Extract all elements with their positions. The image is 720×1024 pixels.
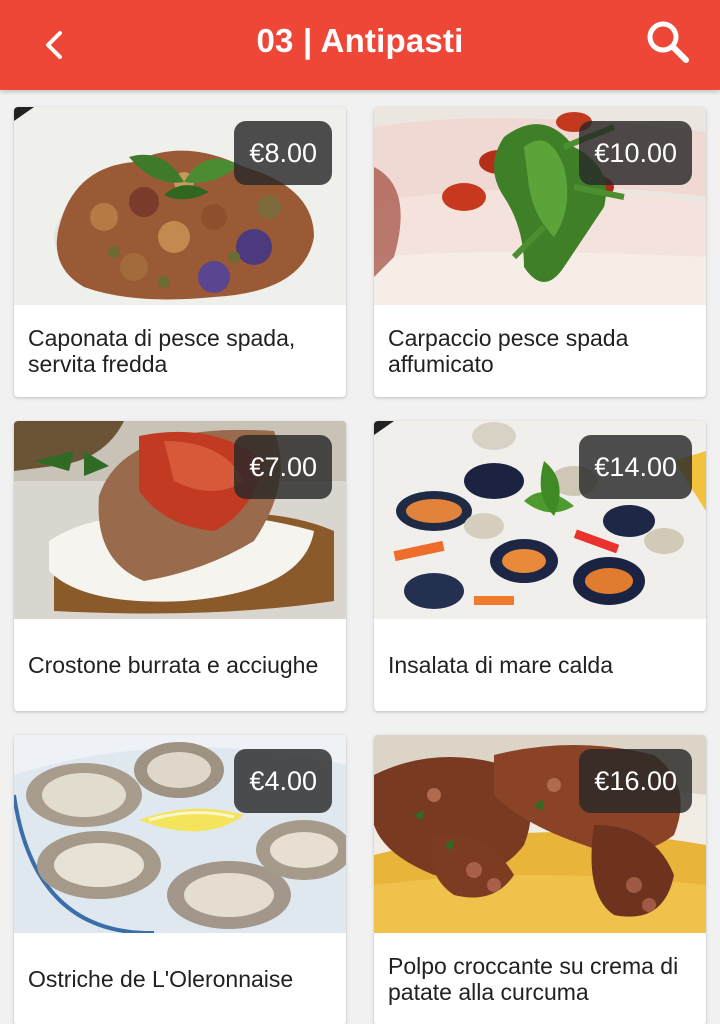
dish-name: Polpo croccante su crema di patate alla …: [388, 953, 679, 1005]
menu-item-card[interactable]: €8.00 Caponata di pesce spada, servita f…: [14, 107, 346, 397]
page-title: 03 | Antipasti: [256, 22, 464, 59]
dish-name: Ostriche de L'Oleronnaise: [28, 966, 294, 992]
menu-item-card[interactable]: €10.00 Carpaccio pesce spada affumicato: [374, 107, 706, 397]
dish-name: Caponata di pesce spada, servita fredda: [28, 325, 296, 377]
dish-photo: €8.00: [14, 107, 346, 305]
menu-item-card[interactable]: €4.00 Ostriche de L'Oleronnaise: [14, 735, 346, 1024]
price-badge: €7.00: [234, 435, 332, 499]
price-badge: €4.00: [234, 749, 332, 813]
price-badge: €10.00: [579, 121, 692, 185]
price-badge: €16.00: [579, 749, 692, 813]
search-button[interactable]: [642, 16, 694, 68]
app-bar: 03 | Antipasti: [0, 0, 720, 90]
menu-item-card[interactable]: €14.00 Insalata di mare calda: [374, 421, 706, 711]
dish-photo: €4.00: [14, 735, 346, 933]
menu-item-card[interactable]: €16.00 Polpo croccante su crema di patat…: [374, 735, 706, 1024]
dish-name: Insalata di mare calda: [388, 652, 614, 678]
price-badge: €14.00: [579, 435, 692, 499]
dish-photo: €14.00: [374, 421, 706, 619]
dish-name: Crostone burrata e acciughe: [28, 652, 319, 678]
dish-photo: €7.00: [14, 421, 346, 619]
price-badge: €8.00: [234, 121, 332, 185]
menu-grid: €8.00 Caponata di pesce spada, servita f…: [14, 107, 706, 1024]
menu-item-card[interactable]: €7.00 Crostone burrata e acciughe: [14, 421, 346, 711]
app-screen: 03 | Antipasti €8.00 Caponata di pesce s…: [0, 0, 720, 1024]
dish-photo: €10.00: [374, 107, 706, 305]
dish-name: Carpaccio pesce spada affumicato: [388, 325, 629, 377]
search-icon: [647, 21, 689, 63]
dish-photo: €16.00: [374, 735, 706, 933]
